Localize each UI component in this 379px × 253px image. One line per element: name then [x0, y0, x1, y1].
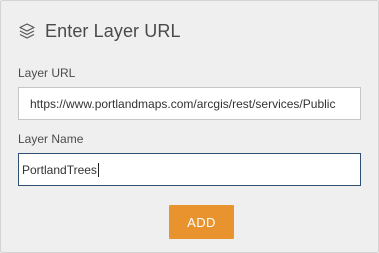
layer-url-field[interactable]: https://www.portlandmaps.com/arcgis/rest…	[18, 87, 361, 120]
layers-icon	[18, 22, 36, 40]
add-button[interactable]: ADD	[169, 205, 234, 239]
layer-name-value: PortlandTrees	[22, 162, 97, 177]
text-caret	[97, 162, 99, 177]
layer-url-value: https://www.portlandmaps.com/arcgis/rest…	[30, 96, 336, 111]
panel-title: Enter Layer URL	[45, 20, 181, 41]
layer-url-label: Layer URL	[18, 66, 76, 80]
layer-name-label: Layer Name	[18, 132, 84, 146]
layer-name-field[interactable]: PortlandTrees	[18, 153, 361, 186]
panel-header: Enter Layer URL	[18, 18, 181, 44]
enter-layer-url-panel: Enter Layer URL Layer URL https://www.po…	[0, 0, 379, 253]
